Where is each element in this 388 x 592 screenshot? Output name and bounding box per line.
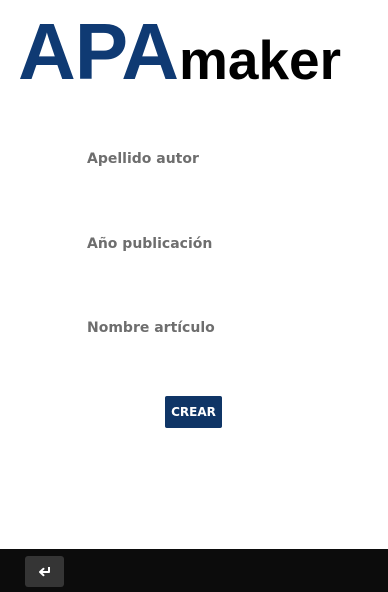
publication-year-field: Año publicación [87, 235, 307, 275]
bottom-navigation-bar [0, 549, 388, 592]
author-surname-label: Apellido autor [87, 151, 199, 167]
article-name-label: Nombre artículo [87, 320, 215, 336]
author-surname-field: Apellido autor [87, 150, 307, 190]
publication-year-input[interactable] [87, 257, 297, 275]
return-arrow-icon [38, 566, 50, 576]
apamaker-logo: APA maker [18, 7, 341, 96]
article-name-field: Nombre artículo [87, 319, 307, 359]
create-button[interactable]: CREAR [165, 396, 222, 428]
article-name-input[interactable] [87, 341, 297, 359]
logo-maker-text: maker [178, 29, 342, 91]
back-button[interactable] [25, 556, 64, 587]
logo-apa-text: APA [18, 7, 179, 96]
author-surname-input[interactable] [87, 172, 297, 190]
publication-year-label: Año publicación [87, 236, 213, 252]
app-screen: APA maker Apellido autor Año publicación… [0, 0, 388, 592]
